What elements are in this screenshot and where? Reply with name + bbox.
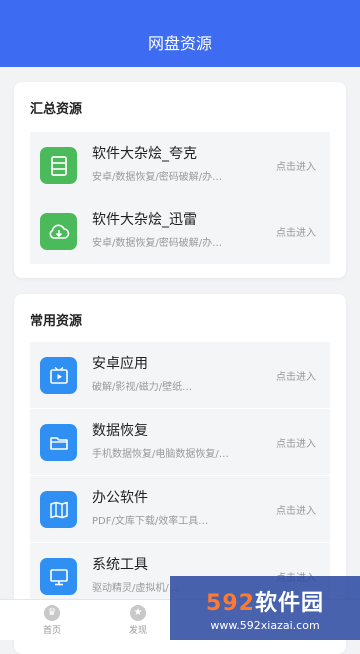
watermark-brand-text: 软件园 [254, 590, 324, 616]
item-title: 数据恢复 [92, 423, 148, 439]
watermark-brand: 592软件园 [206, 585, 324, 617]
watermark-brand-number: 592 [206, 590, 255, 616]
tv-icon [40, 357, 77, 394]
monitor-icon [40, 558, 77, 595]
section-card-summary: 汇总资源 软件大杂烩_夸克 安卓/数据恢复/密码破解/办… 点击进入 软件大杂烩… [14, 82, 346, 278]
item-title: 系统工具 [92, 557, 148, 573]
enter-link[interactable]: 点击进入 [276, 224, 316, 239]
list-item-quark[interactable]: 软件大杂烩_夸克 安卓/数据恢复/密码破解/办… 点击进入 [30, 132, 330, 198]
watermark-url: www.592xiazai.com [210, 618, 320, 632]
item-subtitle: 安卓/数据恢复/密码破解/办… [92, 172, 223, 183]
watermark-logo: 592软件园 www.592xiazai.com [170, 576, 360, 640]
item-title: 办公软件 [92, 490, 148, 506]
storage-icon [40, 147, 77, 184]
tab-discover[interactable]: ★ 发现 [108, 600, 168, 640]
item-subtitle: 手机数据恢复/电脑数据恢复/… [92, 449, 229, 460]
page-title: 网盘资源 [147, 34, 212, 53]
enter-link[interactable]: 点击进入 [276, 435, 316, 450]
enter-link[interactable]: 点击进入 [276, 158, 316, 173]
tab-label: 发现 [128, 625, 147, 636]
item-subtitle: 安卓/数据恢复/密码破解/办… [92, 238, 223, 249]
star-icon: ★ [130, 604, 146, 621]
item-subtitle: PDF/文库下载/效率工具… [92, 516, 209, 527]
list-item-xunlei[interactable]: 软件大杂烩_迅雷 安卓/数据恢复/密码破解/办… 点击进入 [30, 198, 330, 264]
list-item-data-recovery[interactable]: 数据恢复 手机数据恢复/电脑数据恢复/… 点击进入 [30, 409, 330, 475]
item-title: 软件大杂烩_迅雷 [92, 212, 197, 228]
item-title: 软件大杂烩_夸克 [92, 146, 197, 162]
list-item-office-software[interactable]: 办公软件 PDF/文库下载/效率工具… 点击进入 [30, 476, 330, 542]
folder-icon [40, 424, 77, 461]
section-title: 汇总资源 [30, 102, 83, 117]
tab-home[interactable]: ♛ 首页 [22, 600, 82, 640]
app-bar: 网盘资源 [0, 0, 360, 67]
enter-link[interactable]: 点击进入 [276, 502, 316, 517]
item-subtitle: 破解/影视/磁力/壁纸… [92, 382, 193, 393]
section-title: 常用资源 [30, 314, 83, 329]
item-title: 安卓应用 [92, 356, 148, 372]
book-icon [40, 491, 77, 528]
enter-link[interactable]: 点击进入 [276, 368, 316, 383]
cloud-download-icon [40, 213, 77, 250]
tab-label: 首页 [42, 625, 61, 636]
list-item-android-apps[interactable]: 安卓应用 破解/影视/磁力/壁纸… 点击进入 [30, 342, 330, 408]
home-icon: ♛ [44, 604, 60, 621]
